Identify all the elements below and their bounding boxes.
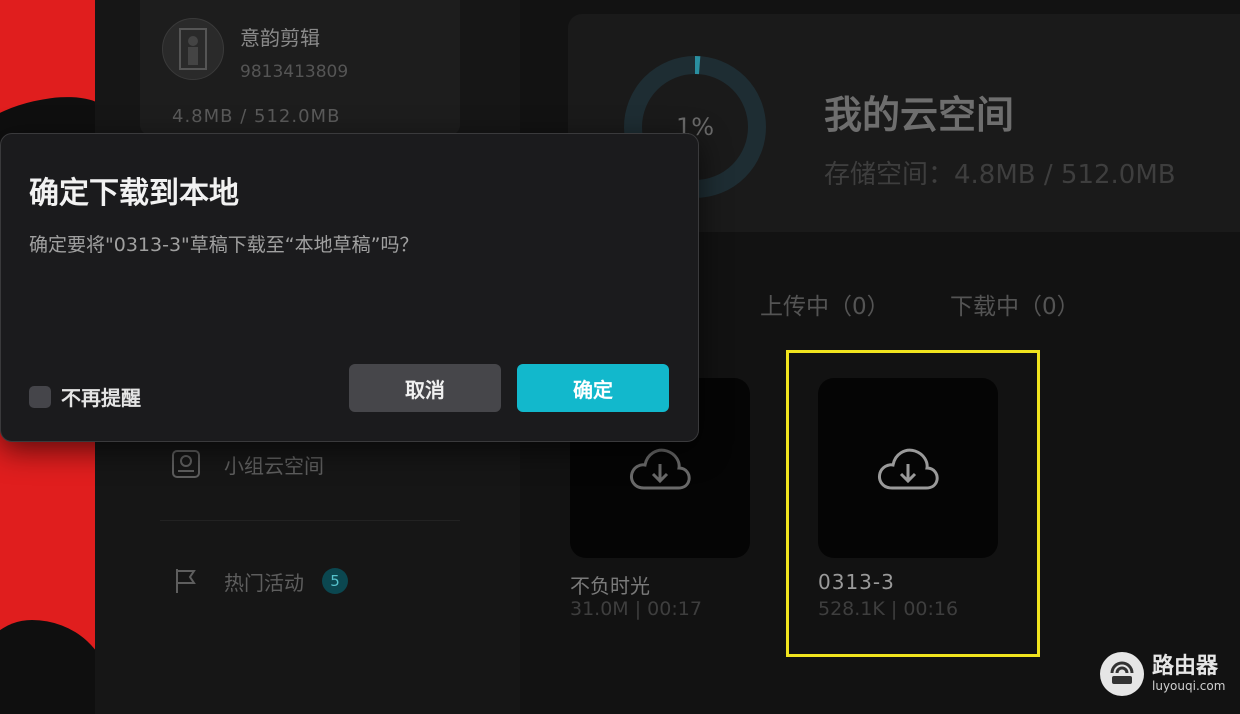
highlight-annotation-box (786, 350, 1040, 657)
draft-meta: 31.0M | 00:17 (570, 598, 702, 620)
cancel-button[interactable]: 取消 (349, 364, 501, 412)
confirm-button[interactable]: 确定 (517, 364, 669, 412)
draft-name: 不负时光 (570, 574, 650, 598)
tab-uploading[interactable]: 上传中（0） (760, 287, 890, 321)
sidebar-item-hot-events[interactable]: 热门活动 5 (170, 565, 348, 597)
dialog-title: 确定下载到本地 (29, 176, 239, 211)
checkbox-label[interactable]: 不再提醒 (61, 382, 141, 411)
avatar[interactable] (162, 18, 224, 80)
page-title: 我的云空间 (824, 93, 1015, 137)
avatar-image-icon (179, 28, 207, 70)
storage-usage: 4.8MB / 512.0MB (172, 106, 341, 127)
tab-downloading[interactable]: 下载中（0） (950, 287, 1080, 321)
dialog-message: 确定要将"0313-3"草稿下载至“本地草稿”吗？ (29, 234, 419, 256)
watermark: 路由器 luyouqi.com (1100, 652, 1225, 696)
dont-remind-checkbox-row[interactable]: 不再提醒 (29, 382, 141, 411)
download-confirm-dialog: 确定下载到本地 确定要将"0313-3"草稿下载至“本地草稿”吗？ 不再提醒 取… (0, 133, 699, 442)
cloud-download-icon[interactable] (628, 444, 692, 496)
storage-summary: 存储空间：4.8MB / 512.0MB (824, 160, 1176, 190)
watermark-url: luyouqi.com (1152, 679, 1226, 693)
watermark-title: 路由器 (1152, 654, 1219, 679)
team-cloud-icon (172, 450, 200, 478)
sidebar-item-label: 小组云空间 (224, 453, 324, 478)
dont-remind-checkbox[interactable] (29, 385, 51, 408)
username: 意韵剪辑 (240, 26, 320, 50)
notification-badge: 5 (322, 568, 348, 594)
router-logo-icon (1100, 652, 1144, 696)
flag-icon (176, 569, 196, 593)
sidebar-item-label: 热门活动 (224, 570, 304, 595)
user-id: 9813413809 (240, 62, 349, 82)
sidebar-item-team-cloud[interactable]: 小组云空间 (170, 448, 324, 480)
divider (160, 520, 460, 521)
silhouette-shape (0, 620, 95, 714)
profile-card[interactable]: 意韵剪辑 9813413809 4.8MB / 512.0MB (140, 0, 460, 135)
